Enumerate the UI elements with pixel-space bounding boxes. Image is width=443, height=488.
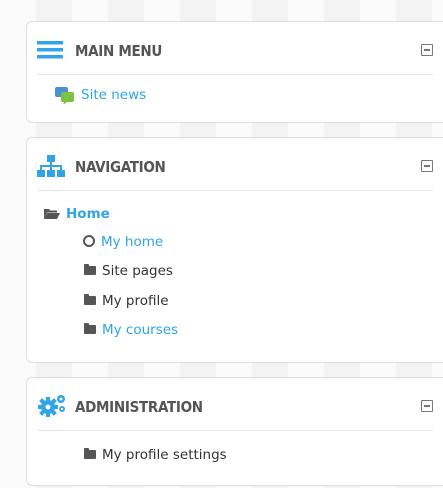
administration-header: ADMINISTRATION — [37, 392, 433, 431]
site-pages-label: Site pages — [102, 263, 173, 279]
nav-item-my-courses[interactable]: My courses — [84, 321, 178, 339]
main-menu-header: MAIN MENU — [37, 36, 433, 75]
folder-open-icon — [44, 209, 60, 219]
main-menu-title: MAIN MENU — [75, 42, 163, 60]
my-courses-label: My courses — [102, 322, 179, 338]
folder-icon — [84, 447, 96, 459]
administration-title: ADMINISTRATION — [75, 398, 203, 416]
nav-item-site-pages[interactable]: Site pages — [84, 262, 173, 280]
site-news-label: Site news — [81, 87, 147, 103]
site-news-link[interactable]: Site news — [55, 86, 146, 104]
sitemap-icon — [37, 155, 65, 177]
navigation-block: NAVIGATION Home My home Site pages My pr… — [26, 137, 443, 363]
navigation-header: NAVIGATION — [37, 152, 433, 191]
collapse-navigation-button[interactable] — [421, 160, 433, 172]
collapse-main-menu-button[interactable] — [421, 44, 433, 56]
folder-icon — [84, 322, 96, 334]
nav-home-link[interactable]: Home — [44, 205, 110, 223]
administration-block: ADMINISTRATION My profile settings — [26, 377, 443, 486]
gears-icon — [38, 395, 65, 417]
nav-item-my-profile[interactable]: My profile — [84, 292, 169, 310]
admin-item-my-profile-settings[interactable]: My profile settings — [84, 446, 227, 464]
my-profile-settings-label: My profile settings — [102, 447, 227, 463]
navigation-title: NAVIGATION — [75, 158, 166, 176]
home-label: Home — [66, 206, 110, 222]
collapse-administration-button[interactable] — [421, 400, 433, 412]
main-menu-block: MAIN MENU Site news — [26, 21, 443, 123]
menu-icon — [37, 41, 63, 59]
my-home-label: My home — [101, 234, 164, 250]
my-profile-label: My profile — [102, 293, 169, 309]
folder-icon — [84, 293, 96, 305]
nav-item-my-home[interactable]: My home — [83, 233, 163, 251]
circle-icon — [83, 235, 95, 247]
folder-icon — [84, 263, 96, 275]
forum-icon — [55, 87, 74, 104]
